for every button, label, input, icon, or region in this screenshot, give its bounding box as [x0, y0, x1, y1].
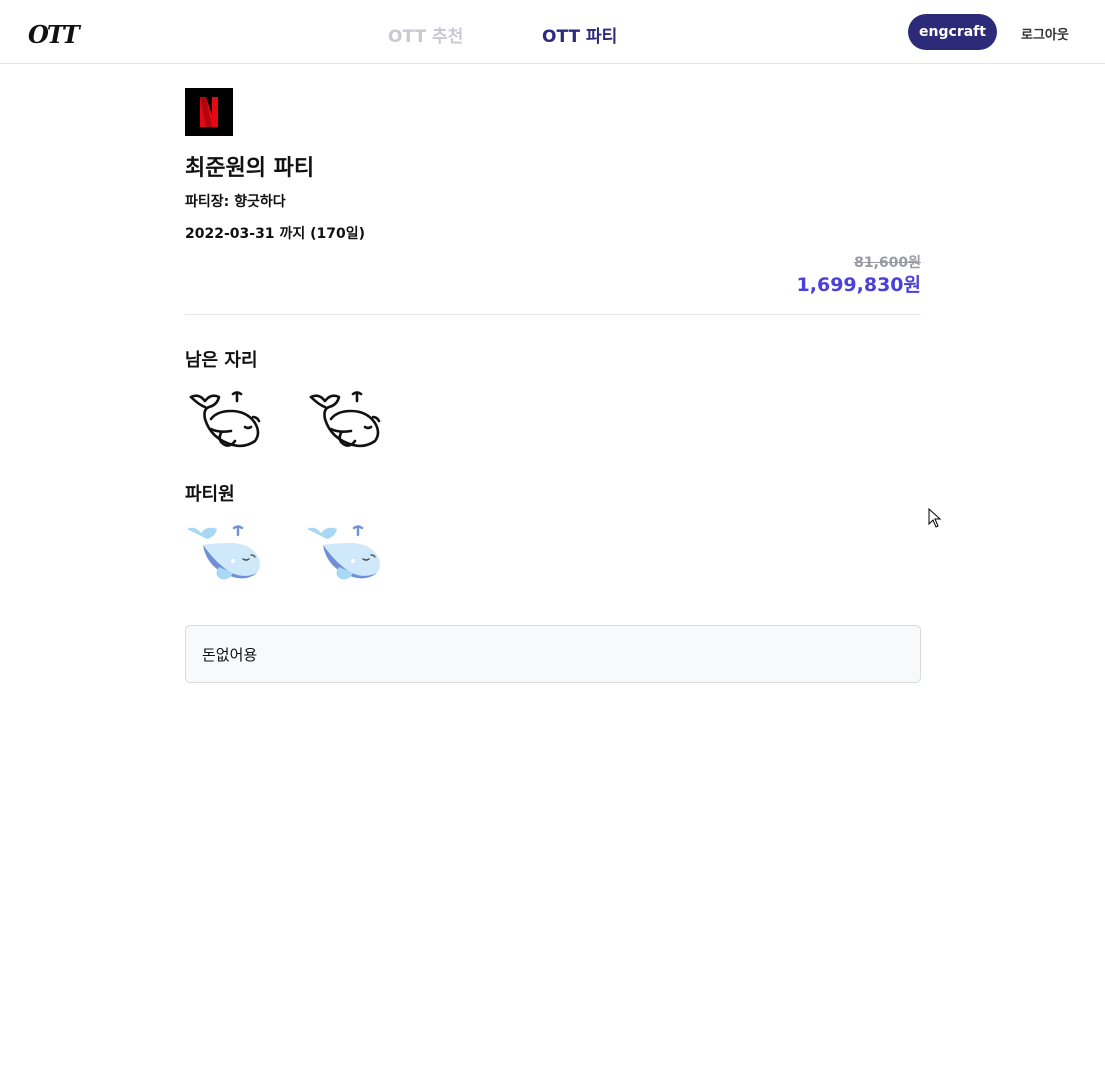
original-price: 81,600원 — [854, 255, 921, 271]
member-whale-icon[interactable] — [305, 523, 385, 587]
party-detail: 최준원의 파티 파티장: 향긋하다 2022-03-31 까지 (170일) 8… — [185, 88, 921, 683]
final-price: 1,699,830원 — [796, 274, 921, 296]
remaining-seats-list — [185, 389, 921, 453]
divider — [185, 314, 921, 315]
empty-seat-whale-icon[interactable] — [305, 389, 385, 453]
nav-ott-recommend[interactable]: OTT 추천 — [388, 22, 463, 47]
member-whale-icon[interactable] — [185, 523, 265, 587]
top-nav-bar: OTT OTT 추천 OTT 파티 engcraft 로그아웃 — [0, 0, 1105, 64]
party-leader-label: 파티장: — [185, 194, 230, 210]
party-days-left: (170일) — [310, 226, 365, 242]
party-leader-name: 향긋하다 — [234, 194, 286, 210]
party-members-list — [185, 523, 921, 587]
party-period: 2022-03-31 까지 (170일) — [185, 224, 921, 244]
price-block: 81,600원 1,699,830원 — [185, 254, 921, 298]
party-members-title: 파티원 — [185, 484, 235, 505]
empty-seat-whale-icon[interactable] — [185, 389, 265, 453]
logout-link[interactable]: 로그아웃 — [1021, 24, 1069, 43]
party-leader: 파티장: 향긋하다 — [185, 192, 921, 212]
party-end-date: 2022-03-31 — [185, 226, 275, 242]
party-comment-text: 돈없어용 — [202, 645, 258, 664]
party-comment-box: 돈없어용 — [185, 625, 921, 683]
ott-logo[interactable]: OTT — [28, 20, 80, 49]
nav-ott-party[interactable]: OTT 파티 — [542, 22, 617, 47]
party-title: 최준원의 파티 — [185, 156, 315, 181]
user-profile-button[interactable]: engcraft — [908, 14, 997, 50]
netflix-logo-icon — [185, 88, 233, 136]
remaining-seats-title: 남은 자리 — [185, 350, 258, 371]
mouse-cursor-icon — [928, 508, 942, 528]
party-until-label: 까지 — [279, 226, 306, 242]
